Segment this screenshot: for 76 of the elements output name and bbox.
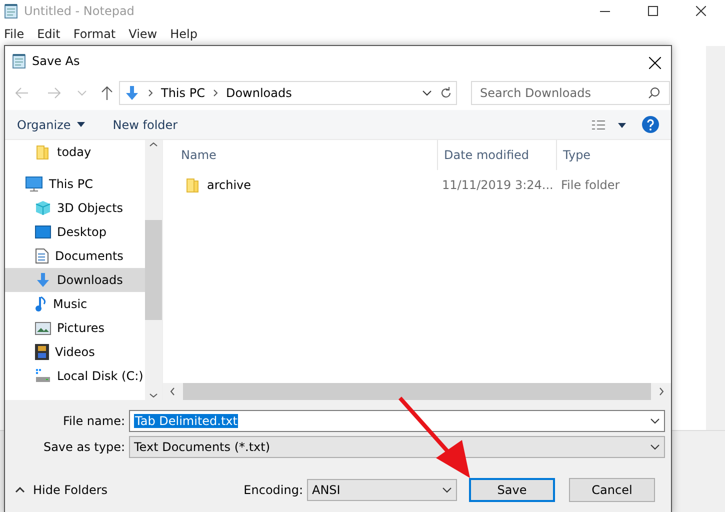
computer-icon [25,176,43,192]
folder-icon [35,144,51,160]
scrollbar[interactable] [706,46,725,430]
save-button[interactable]: Save [469,478,555,502]
up-arrow-icon[interactable] [101,86,113,100]
scrollbar[interactable] [145,140,162,400]
nav-item[interactable]: Downloads [5,268,145,292]
help-icon[interactable] [642,116,659,133]
organize-menu[interactable]: Organize [17,118,85,132]
encoding-label: Encoding: [244,483,303,497]
nav-item[interactable]: Pictures [5,316,145,340]
nav-item[interactable]: Music [5,292,145,316]
chevron-down-icon [442,487,452,493]
save-type-dropdown[interactable]: Text Documents (*.txt) [129,436,665,458]
notepad-icon [4,3,18,19]
new-folder-button[interactable]: New folder [112,118,178,132]
hide-folders-button[interactable]: Hide Folders [15,483,108,497]
maximize-icon[interactable] [648,6,658,16]
view-options-icon[interactable] [592,120,626,130]
menu-item[interactable]: Help [170,27,198,41]
caret-icon [76,122,85,127]
file-name-cell[interactable]: archive [185,177,442,193]
chevron-up-icon [15,487,25,493]
column-header[interactable]: Type [557,140,667,170]
chevron-right-icon [212,89,218,97]
scroll-thumb[interactable] [145,220,162,320]
pictures-icon [35,322,51,334]
menu-item[interactable]: Edit [37,27,60,41]
cube-icon [35,200,51,216]
column-header[interactable]: Name [181,140,438,170]
type-cell-text: File folder [561,178,621,192]
scroll-up-icon[interactable] [149,142,158,147]
column-header[interactable]: Date modified [438,140,557,170]
minimize-icon[interactable] [600,10,610,12]
dialog-title: Save As [32,54,80,68]
chevron-down-icon [422,90,432,96]
nav-item[interactable]: This PC [5,172,145,196]
menu-item[interactable]: View [128,27,158,41]
nav-item[interactable]: Desktop [5,220,145,244]
encoding-dropdown[interactable]: ANSI [307,479,457,501]
window-title: Untitled - Notepad [24,4,134,18]
search-field[interactable]: Search Downloads [471,81,670,105]
menu-item[interactable]: Format [73,27,116,41]
chevron-down-icon [650,444,660,450]
scroll-left-icon[interactable] [170,387,175,396]
menu-item[interactable]: File [4,27,24,41]
music-note-icon [35,296,47,312]
scroll-right-icon[interactable] [659,387,664,396]
folder-icon [185,177,201,193]
nav-item[interactable]: Videos [5,340,145,364]
file-name-field[interactable]: Tab Delimited.txt [129,410,665,432]
nav-item[interactable]: 3D Objects [5,196,145,220]
close-icon[interactable] [696,6,706,16]
date-cell-text: 11/11/2019 3:24... [442,178,554,192]
chevron-down-icon [77,90,87,96]
cancel-button[interactable]: Cancel [569,478,655,502]
scroll-down-icon[interactable] [149,393,158,398]
film-icon [35,344,49,360]
save-type-label: Save as type: [42,440,125,454]
desktop-icon [35,225,51,239]
refresh-icon[interactable] [440,87,452,99]
breadcrumb-item[interactable]: Downloads [226,86,292,100]
file-name-label: File name: [62,414,125,428]
notepad-icon [12,53,26,69]
download-arrow-icon [124,85,140,101]
chevron-right-icon [148,89,153,97]
chevron-down-icon [650,418,660,424]
disk-drive-icon [35,369,51,383]
download-arrow-icon [35,272,51,288]
address-bar[interactable]: This PC Downloads [119,81,457,105]
nav-item[interactable]: Documents [5,244,145,268]
breadcrumb-item[interactable]: This PC [161,86,205,100]
nav-item[interactable]: Local Disk (C:) [5,364,145,388]
nav-item[interactable]: today [5,140,145,164]
document-icon [35,248,49,264]
close-icon[interactable] [649,57,661,69]
